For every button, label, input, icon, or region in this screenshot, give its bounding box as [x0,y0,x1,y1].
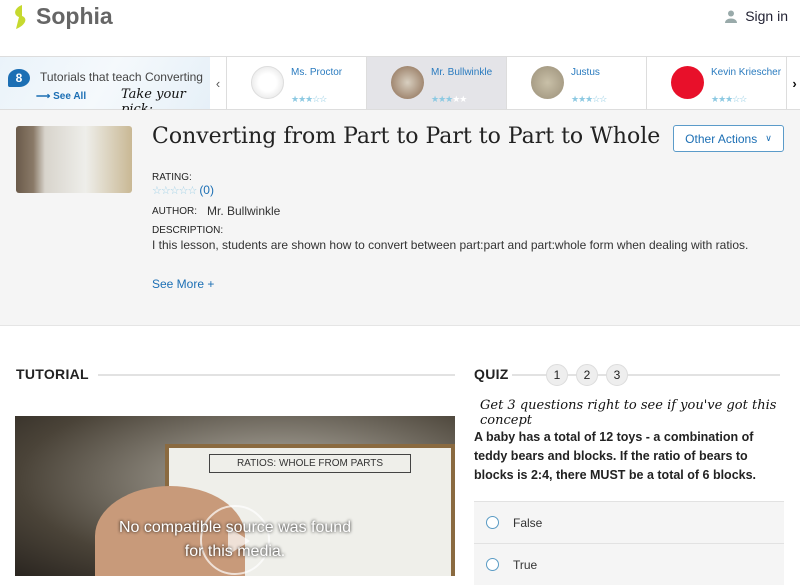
empty-stars-icon: ☆☆☆☆☆ [152,184,197,197]
tutorial-heading: TUTORIAL [16,366,89,382]
teacher-name: Ms. Proctor [291,67,343,78]
tutorial-thumbnail [16,126,132,193]
video-player[interactable]: RATIOS: WHOLE FROM PARTS No compatible s… [15,416,455,576]
answer-option-false[interactable]: False [474,501,784,543]
chevron-down-icon: ∨ [765,133,772,143]
description-label: DESCRIPTION: [152,225,224,236]
quiz-step-1[interactable]: 1 [546,364,568,386]
see-all-link[interactable]: ⟶ See All [36,91,86,102]
carousel-item[interactable]: Justus ★★★☆☆ [506,57,646,109]
carousel-item-selected[interactable]: Mr. Bullwinkle ★★★★★ [366,57,506,109]
rating-label: RATING: [152,172,192,183]
tutorial-info: Converting from Part to Part to Part to … [0,110,800,326]
rating[interactable]: ☆☆☆☆☆ (0) [152,183,214,197]
carousel-item[interactable]: Ms. Proctor ★★★☆☆ [226,57,366,109]
board-title: RATIOS: WHOLE FROM PARTS [209,454,411,473]
tutorial-carousel: 8 Tutorials that teach Converting from P… [0,56,800,117]
radio-button[interactable] [486,558,499,571]
promo-title: Tutorials that teach Converting from Par… [40,70,205,84]
chevron-left-icon: ‹ [215,75,221,91]
quiz-step-3[interactable]: 3 [606,364,628,386]
user-icon [725,10,738,23]
brand-name[interactable]: Sophia [36,3,113,30]
teacher-name: Kevin Kriescher [711,67,782,78]
quiz-step-2[interactable]: 2 [576,364,598,386]
page-title: Converting from Part to Part to Part to … [152,124,661,149]
divider [98,374,455,376]
star-rating: ★★★★★ [431,94,467,104]
quiz-question: A baby has a total of 12 toys - a combin… [474,430,757,482]
video-error-message: No compatible source was found for this m… [118,519,352,560]
avatar [531,66,564,99]
see-more-link[interactable]: See More + [152,277,214,291]
sign-in-label: Sign in [745,8,788,24]
site-header: Sophia Sign in [0,0,800,56]
description-text: I this lesson, students are shown how to… [152,238,749,252]
star-rating: ★★★☆☆ [291,94,327,104]
tutorials-promo: 8 Tutorials that teach Converting from P… [0,57,210,117]
sophia-logo-icon[interactable] [10,4,32,30]
sign-in-button[interactable]: Sign in [725,8,788,24]
chevron-right-icon: › [792,75,797,91]
avatar [391,66,424,99]
avatar [671,66,704,99]
tutorial-count-badge: 8 [8,69,30,87]
carousel-prev-button[interactable]: ‹ [210,57,226,109]
quiz-prompt: Get 3 questions right to see if you've g… [480,398,777,428]
author-label: AUTHOR: [152,206,197,217]
rating-count: (0) [199,183,214,197]
radio-button[interactable] [486,516,499,529]
star-rating: ★★★☆☆ [571,94,607,104]
teacher-name: Justus [571,67,600,78]
carousel-next-button[interactable]: › [786,57,800,109]
star-rating: ★★★☆☆ [711,94,747,104]
author-name: Mr. Bullwinkle [207,204,281,218]
carousel-item[interactable]: Kevin Kriescher ★★★☆☆ [646,57,786,109]
teacher-name: Mr. Bullwinkle [431,67,493,78]
answer-option-true[interactable]: True [474,543,784,585]
avatar [251,66,284,99]
arrow-right-icon: ⟶ [36,91,54,102]
quiz-heading: QUIZ [474,366,509,382]
other-actions-button[interactable]: Other Actions ∨ [673,125,784,152]
